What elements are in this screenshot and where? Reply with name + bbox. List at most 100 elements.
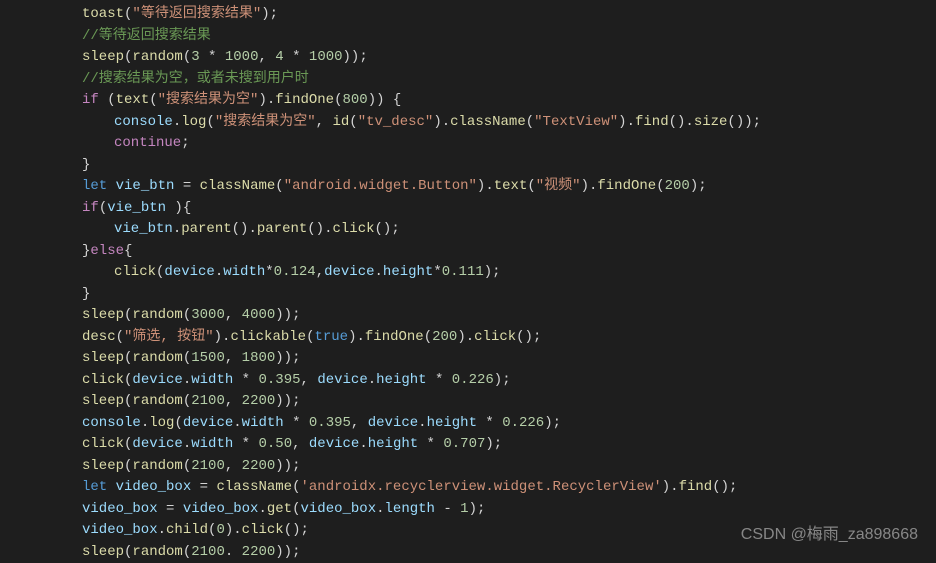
code-token: (	[275, 178, 283, 194]
code-token: ,	[225, 458, 242, 474]
code-token: 0.395	[258, 372, 300, 388]
code-token: "搜索结果为空"	[158, 92, 259, 108]
code-line[interactable]: sleep(random(3 * 1000, 4 * 1000));	[0, 47, 936, 69]
code-token: sleep	[82, 458, 124, 474]
code-line[interactable]: continue;	[0, 133, 936, 155]
code-editor[interactable]: toast("等待返回搜索结果");//等待返回搜索结果sleep(random…	[0, 0, 936, 563]
code-line[interactable]: click(device.width*0.124,device.height*0…	[0, 262, 936, 284]
code-line[interactable]: click(device.width * 0.395, device.heigh…	[0, 370, 936, 392]
code-token: );	[690, 178, 707, 194]
code-line[interactable]: if(vie_btn ){	[0, 198, 936, 220]
code-token: );	[484, 264, 501, 280]
code-token: width	[191, 372, 233, 388]
code-token: (	[656, 178, 664, 194]
code-token: ).	[433, 114, 450, 130]
code-token: console	[114, 114, 173, 130]
code-token: if	[82, 92, 99, 108]
code-token: 0.395	[309, 415, 351, 431]
code-line[interactable]: sleep(random(2100, 2200));	[0, 391, 936, 413]
code-token: 200	[432, 329, 457, 345]
code-token: ,	[225, 393, 242, 409]
code-line[interactable]: sleep(random(1500, 1800));	[0, 348, 936, 370]
code-token: parent	[181, 221, 231, 237]
code-token: sleep	[82, 350, 124, 366]
code-token: ){	[166, 200, 191, 216]
code-token: (	[292, 501, 300, 517]
code-token: className	[216, 479, 292, 495]
code-token: log	[181, 114, 206, 130]
code-token: ,	[292, 436, 309, 452]
code-token: .	[183, 372, 191, 388]
code-token: vie_btn	[114, 221, 173, 237]
code-line[interactable]: //等待返回搜索结果	[0, 26, 936, 48]
code-token: =	[191, 479, 216, 495]
code-token: .	[376, 501, 384, 517]
code-token: ).	[214, 329, 231, 345]
code-token: 2100	[191, 544, 225, 560]
code-token: video_box	[301, 501, 377, 517]
code-token: 0.707	[443, 436, 485, 452]
code-token: id	[332, 114, 349, 130]
code-token: findOne	[597, 178, 656, 194]
code-token: device	[164, 264, 214, 280]
code-token: click	[114, 264, 156, 280]
code-token: 1800	[242, 350, 276, 366]
code-line[interactable]: toast("等待返回搜索结果");	[0, 4, 936, 26]
code-token: .	[173, 221, 181, 237]
code-token: 0.50	[258, 436, 292, 452]
code-line[interactable]: desc("筛选, 按钮").clickable(true).findOne(2…	[0, 327, 936, 349]
code-token: 2200	[242, 544, 276, 560]
code-token: *	[418, 436, 443, 452]
code-token: ,	[225, 307, 242, 323]
code-token: (	[183, 350, 191, 366]
code-line[interactable]: }	[0, 284, 936, 306]
code-token: video_box	[82, 501, 158, 517]
code-token: .	[375, 264, 383, 280]
code-line[interactable]: console.log("搜索结果为空", id("tv_desc").clas…	[0, 112, 936, 134]
code-token: ).	[477, 178, 494, 194]
code-token: *	[433, 264, 441, 280]
code-token: random	[132, 307, 182, 323]
code-line[interactable]: video_box = video_box.get(video_box.leng…	[0, 499, 936, 521]
code-token: width	[242, 415, 284, 431]
code-token: true	[314, 329, 348, 345]
code-token: (	[99, 92, 116, 108]
code-token: ).	[618, 114, 635, 130]
code-token: findOne	[275, 92, 334, 108]
code-token: text	[494, 178, 528, 194]
code-token: =	[174, 178, 199, 194]
code-token: "tv_desc"	[358, 114, 434, 130]
code-token: //等待返回搜索结果	[82, 28, 211, 44]
code-token: device	[309, 436, 359, 452]
code-token: ).	[258, 92, 275, 108]
code-token: );	[485, 436, 502, 452]
code-token: sleep	[82, 49, 124, 65]
code-token: ).	[457, 329, 474, 345]
code-line[interactable]: click(device.width * 0.50, device.height…	[0, 434, 936, 456]
code-token: .	[183, 436, 191, 452]
code-token: let	[82, 178, 107, 194]
code-line[interactable]: //搜索结果为空，或者未搜到用户时	[0, 69, 936, 91]
code-line[interactable]: sleep(random(3000, 4000));	[0, 305, 936, 327]
code-token: (	[527, 178, 535, 194]
code-token: (	[183, 458, 191, 474]
code-line[interactable]: }	[0, 155, 936, 177]
code-token: ,	[316, 114, 333, 130]
code-token	[107, 479, 115, 495]
code-token: 0.226	[502, 415, 544, 431]
code-line[interactable]: sleep(random(2100, 2200));	[0, 456, 936, 478]
code-token: );	[261, 6, 278, 22]
code-line[interactable]: }else{	[0, 241, 936, 263]
code-line[interactable]: vie_btn.parent().parent().click();	[0, 219, 936, 241]
code-token: ,	[225, 350, 242, 366]
code-token: }	[82, 286, 90, 302]
code-line[interactable]: let vie_btn = className("android.widget.…	[0, 176, 936, 198]
code-token: ();	[375, 221, 400, 237]
code-line[interactable]: console.log(device.width * 0.395, device…	[0, 413, 936, 435]
code-token: (	[183, 49, 191, 65]
code-line[interactable]: if (text("搜索结果为空").findOne(800)) {	[0, 90, 936, 112]
code-token: device	[324, 264, 374, 280]
code-token: height	[383, 264, 433, 280]
code-line[interactable]: let video_box = className('androidx.recy…	[0, 477, 936, 499]
code-token: ));	[275, 544, 300, 560]
